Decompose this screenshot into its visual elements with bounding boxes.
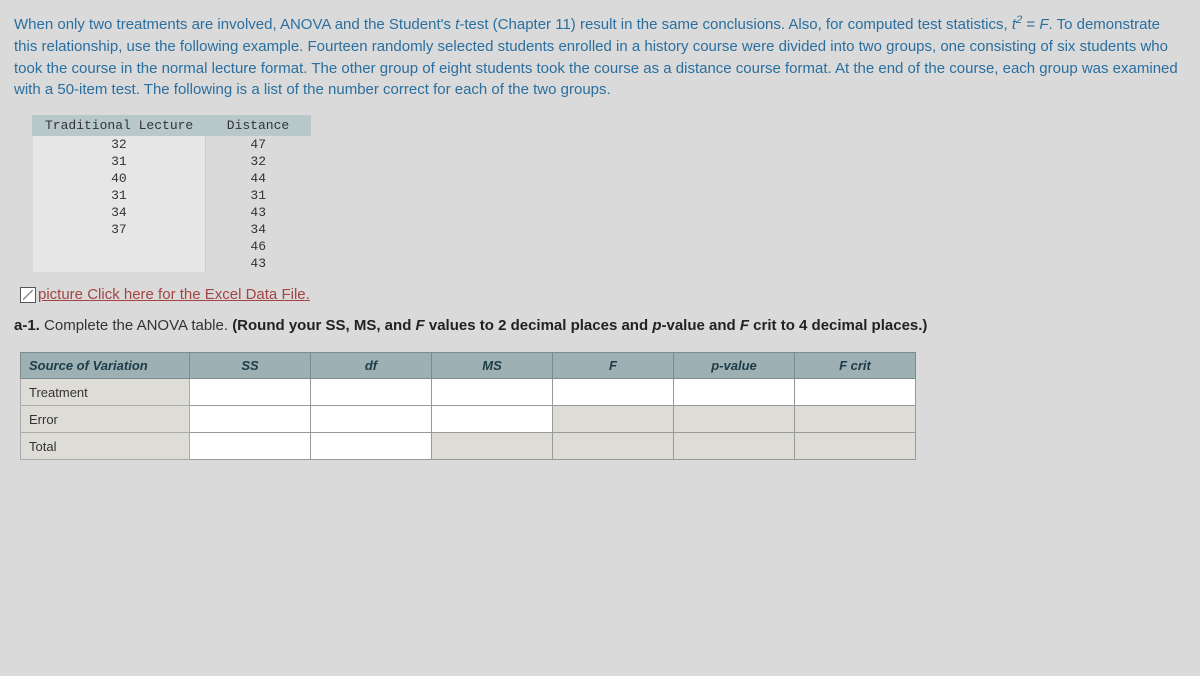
- data-cell: 31: [33, 153, 206, 170]
- blank-cell: [553, 433, 674, 460]
- row-label-total: Total: [21, 433, 190, 460]
- excel-data-link[interactable]: picture Click here for the Excel Data Fi…: [38, 286, 310, 303]
- data-cell: 32: [206, 153, 311, 170]
- anova-header-source: Source of Variation: [21, 353, 190, 379]
- anova-header-ms: MS: [432, 353, 553, 379]
- input-treatment-fcrit[interactable]: [795, 379, 916, 406]
- data-cell: 37: [33, 221, 206, 238]
- data-table: Traditional Lecture Distance 3247 3132 4…: [32, 115, 1186, 272]
- data-cell: 34: [206, 221, 311, 238]
- question-hint: (Round your SS, MS, and F values to 2 de…: [232, 317, 927, 334]
- table-row: Total: [21, 433, 916, 460]
- problem-text: When only two treatments are involved, A…: [14, 12, 1186, 101]
- anova-header-df: df: [311, 353, 432, 379]
- question-label: a-1.: [14, 317, 40, 334]
- anova-header-fcrit: F crit: [795, 353, 916, 379]
- blank-cell: [795, 433, 916, 460]
- equals: =: [1022, 16, 1039, 33]
- input-total-df[interactable]: [311, 433, 432, 460]
- table-row: Treatment: [21, 379, 916, 406]
- anova-header-f: F: [553, 353, 674, 379]
- data-cell: 43: [206, 204, 311, 221]
- data-cell: 31: [206, 187, 311, 204]
- input-treatment-df[interactable]: [311, 379, 432, 406]
- input-error-ms[interactable]: [432, 406, 553, 433]
- input-treatment-pvalue[interactable]: [674, 379, 795, 406]
- anova-header-pvalue: p-value: [674, 353, 795, 379]
- data-cell: 31: [33, 187, 206, 204]
- question-line: a-1. Complete the ANOVA table. (Round yo…: [14, 317, 1186, 334]
- input-treatment-ms[interactable]: [432, 379, 553, 406]
- t-squared: t2: [1012, 16, 1022, 33]
- data-cell: 44: [206, 170, 311, 187]
- col-header-traditional: Traditional Lecture: [33, 116, 206, 136]
- table-row: Error: [21, 406, 916, 433]
- data-cell: 34: [33, 204, 206, 221]
- row-label-error: Error: [21, 406, 190, 433]
- data-cell: [33, 255, 206, 272]
- F-italic: F: [1039, 16, 1048, 33]
- row-label-treatment: Treatment: [21, 379, 190, 406]
- question-text: Complete the ANOVA table.: [40, 317, 232, 334]
- anova-header-ss: SS: [190, 353, 311, 379]
- data-cell: 40: [33, 170, 206, 187]
- data-cell: [33, 238, 206, 255]
- data-cell: 47: [206, 136, 311, 154]
- col-header-distance: Distance: [206, 116, 311, 136]
- data-cell: 43: [206, 255, 311, 272]
- input-total-ss[interactable]: [190, 433, 311, 460]
- data-cell: 32: [33, 136, 206, 154]
- input-treatment-ss[interactable]: [190, 379, 311, 406]
- broken-image-icon: [20, 287, 36, 303]
- problem-pt1b: -test (Chapter 11) result in the same co…: [459, 16, 1011, 33]
- blank-cell: [553, 406, 674, 433]
- input-error-ss[interactable]: [190, 406, 311, 433]
- input-treatment-f[interactable]: [553, 379, 674, 406]
- problem-pt1: When only two treatments are involved, A…: [14, 16, 455, 33]
- input-error-df[interactable]: [311, 406, 432, 433]
- excel-link-row: picture Click here for the Excel Data Fi…: [20, 286, 1186, 303]
- anova-table: Source of Variation SS df MS F p-value F…: [20, 352, 916, 460]
- blank-cell: [795, 406, 916, 433]
- blank-cell: [432, 433, 553, 460]
- blank-cell: [674, 406, 795, 433]
- data-cell: 46: [206, 238, 311, 255]
- blank-cell: [674, 433, 795, 460]
